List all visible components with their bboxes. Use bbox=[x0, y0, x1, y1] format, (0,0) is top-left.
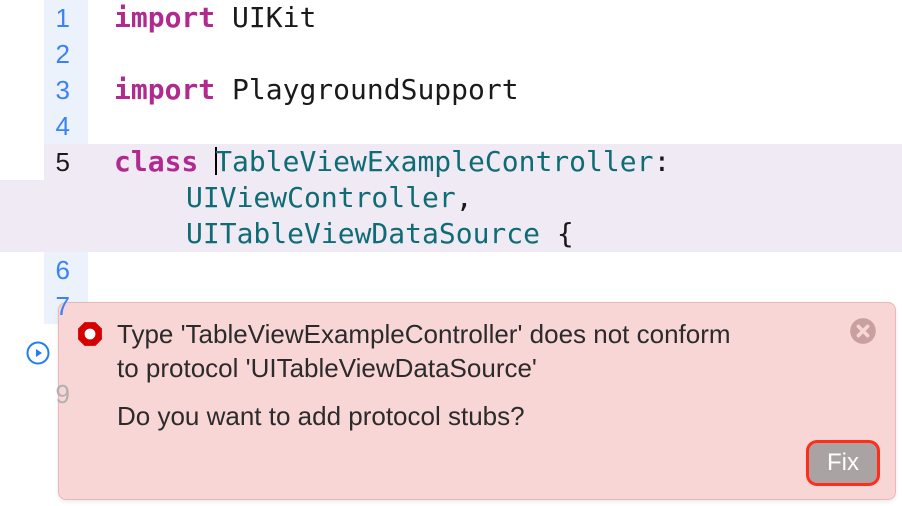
line-number: 5 bbox=[0, 144, 88, 180]
line-number: 1 bbox=[0, 0, 88, 36]
play-circle-icon[interactable] bbox=[26, 338, 50, 362]
code-content[interactable]: UITableViewDataSource { bbox=[88, 216, 902, 252]
code-line-wrap[interactable]: UIViewController, bbox=[0, 180, 902, 216]
line-number: 2 bbox=[0, 36, 88, 72]
error-text: Type 'TableViewExampleController' does n… bbox=[117, 317, 737, 385]
code-line-wrap[interactable]: UITableViewDataSource { bbox=[0, 216, 902, 252]
close-icon[interactable] bbox=[849, 317, 877, 345]
code-line[interactable]: 5 class TableViewExampleController: bbox=[0, 144, 902, 180]
code-line[interactable]: 3 import PlaygroundSupport bbox=[0, 72, 902, 108]
error-message: Type 'TableViewExampleController' does n… bbox=[117, 317, 877, 485]
code-line[interactable]: 2 bbox=[0, 36, 902, 72]
error-prompt: Do you want to add protocol stubs? bbox=[117, 401, 525, 431]
code-content[interactable]: import UIKit bbox=[88, 0, 902, 36]
code-line[interactable]: 4 bbox=[0, 108, 902, 144]
code-content[interactable]: class TableViewExampleController: bbox=[88, 144, 902, 180]
error-popup: Type 'TableViewExampleController' does n… bbox=[58, 302, 896, 500]
line-number: 6 bbox=[0, 252, 88, 288]
line-number: 3 bbox=[0, 72, 88, 108]
fix-button[interactable]: Fix bbox=[809, 443, 877, 483]
code-content[interactable]: import PlaygroundSupport bbox=[88, 72, 902, 108]
code-editor[interactable]: 1 import UIKit 2 3 import PlaygroundSupp… bbox=[0, 0, 902, 506]
code-content[interactable]: UIViewController, bbox=[88, 180, 902, 216]
code-line[interactable]: 1 import UIKit bbox=[0, 0, 902, 36]
code-line[interactable]: 6 bbox=[0, 252, 902, 288]
line-number: 4 bbox=[0, 108, 88, 144]
error-octagon-icon bbox=[77, 321, 103, 347]
